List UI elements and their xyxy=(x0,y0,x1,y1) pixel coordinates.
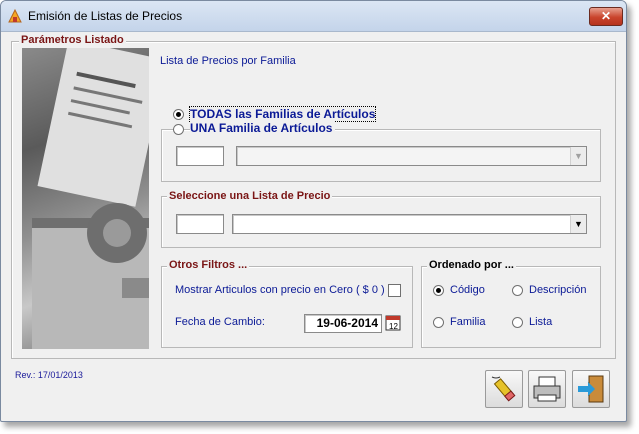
zero-price-checkbox[interactable] xyxy=(388,284,401,297)
window-title: Emisión de Listas de Precios xyxy=(28,9,183,23)
close-icon: ✕ xyxy=(600,9,612,23)
radio-order-family[interactable] xyxy=(433,317,444,328)
zero-price-label: Mostrar Articulos con precio en Cero ( $… xyxy=(175,284,385,296)
svg-text:12: 12 xyxy=(389,322,398,331)
order-group xyxy=(421,266,601,348)
title-bar[interactable]: Emisión de Listas de Precios ✕ xyxy=(1,1,626,32)
printer-icon xyxy=(529,376,565,410)
filters-group xyxy=(161,266,413,348)
change-date-input[interactable]: 19-06-2014 xyxy=(304,314,382,333)
report-heading: Lista de Precios por Familia xyxy=(160,55,296,67)
radio-order-description[interactable] xyxy=(512,285,523,296)
clear-icon xyxy=(486,376,522,410)
close-button[interactable]: ✕ xyxy=(589,7,623,26)
label-order-code[interactable]: Código xyxy=(450,284,485,296)
radio-order-list[interactable] xyxy=(512,317,523,328)
print-button[interactable] xyxy=(528,370,566,408)
label-one-family[interactable]: UNA Familia de Artículos xyxy=(190,121,336,135)
filters-group-title: Otros Filtros ... xyxy=(167,259,250,271)
radio-order-code[interactable] xyxy=(433,285,444,296)
app-icon xyxy=(7,8,23,24)
family-code-input[interactable] xyxy=(176,146,224,166)
calendar-icon[interactable]: 12 xyxy=(385,314,401,331)
chevron-down-icon[interactable]: ▼ xyxy=(570,147,586,165)
main-window: Emisión de Listas de Precios ✕ Parámetro… xyxy=(0,0,627,422)
chevron-down-icon[interactable]: ▼ xyxy=(570,215,586,233)
label-order-family[interactable]: Familia xyxy=(450,316,485,328)
parameters-group-title: Parámetros Listado xyxy=(19,34,126,46)
label-all-families[interactable]: TODAS las Familias de Artículos xyxy=(188,106,377,122)
order-group-title: Ordenado por ... xyxy=(427,259,516,271)
family-select[interactable]: ▼ xyxy=(236,146,587,166)
change-date-label: Fecha de Cambio: xyxy=(175,316,265,328)
revision-label: Rev.: 17/01/2013 xyxy=(15,370,83,380)
price-list-code-input[interactable] xyxy=(176,214,224,234)
decorative-photo xyxy=(22,48,149,349)
radio-one-family[interactable] xyxy=(173,124,184,135)
exit-button[interactable] xyxy=(572,370,610,408)
label-order-description[interactable]: Descripción xyxy=(529,284,586,296)
price-list-group-title: Seleccione una Lista de Precio xyxy=(167,190,333,202)
label-order-list[interactable]: Lista xyxy=(529,316,552,328)
exit-door-icon xyxy=(573,375,609,410)
clear-button[interactable] xyxy=(485,370,523,408)
price-list-select[interactable]: ▼ xyxy=(232,214,587,234)
radio-all-families[interactable] xyxy=(173,109,184,120)
